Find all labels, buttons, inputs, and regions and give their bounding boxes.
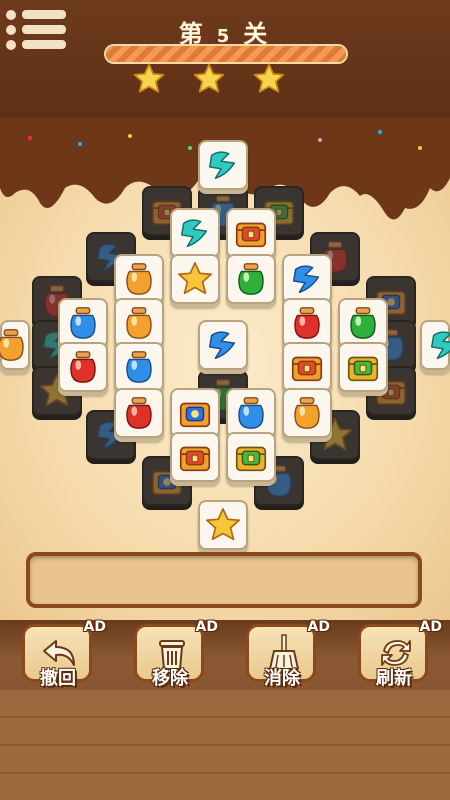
clear-button[interactable]: AD 消除: [246, 619, 330, 692]
lightning-icon: [204, 326, 242, 364]
tile-ring-chest[interactable]: [170, 388, 220, 438]
tile-slot-tray: [26, 552, 422, 608]
tile-jar-blue[interactable]: [226, 388, 276, 438]
wood-floor: [0, 690, 450, 800]
progress-fill: [106, 46, 346, 62]
tile-treasure-chest[interactable]: [282, 342, 332, 392]
treasure-chest-icon: [176, 438, 214, 476]
jar-green-icon: [344, 304, 382, 342]
tile-jar-orange[interactable]: [114, 298, 164, 348]
clear-label: 消除: [264, 668, 300, 689]
treasure-chest-icon: [232, 438, 270, 476]
remove-button[interactable]: AD 移除: [134, 619, 218, 692]
tile-treasure-chest[interactable]: [338, 342, 388, 392]
jar-orange-icon: [288, 394, 326, 432]
tile-jar-orange[interactable]: [114, 254, 164, 304]
star-icon: [176, 260, 214, 298]
ad-badge: AD: [307, 619, 330, 635]
jar-orange-icon: [120, 304, 158, 342]
star-rating: [0, 62, 450, 96]
tile-jar-red[interactable]: [282, 298, 332, 348]
tile-jar-green[interactable]: [226, 254, 276, 304]
undo-label: 撤回: [40, 668, 76, 689]
jar-red-icon: [120, 394, 158, 432]
tile-jar-red[interactable]: [58, 342, 108, 392]
tile-jar-orange[interactable]: [282, 388, 332, 438]
tile-jar-blue[interactable]: [58, 298, 108, 348]
tile-treasure-chest[interactable]: [226, 432, 276, 482]
star-icon: [253, 63, 285, 93]
jar-red-icon: [288, 304, 326, 342]
tile-lightning[interactable]: [282, 254, 332, 304]
jar-blue-icon: [232, 394, 270, 432]
treasure-chest-icon: [344, 348, 382, 386]
star-icon: [193, 63, 225, 93]
treasure-chest-icon: [232, 214, 270, 252]
tile-lightning[interactable]: [198, 140, 248, 190]
jar-red-icon: [64, 348, 102, 386]
jar-blue-icon: [64, 304, 102, 342]
tile-jar-orange[interactable]: [0, 320, 30, 370]
ad-badge: AD: [419, 619, 442, 635]
lightning-icon: [176, 214, 214, 252]
treasure-chest-icon: [288, 348, 326, 386]
tile-lightning[interactable]: [198, 320, 248, 370]
tile-lightning[interactable]: [420, 320, 450, 370]
tile-star[interactable]: [170, 254, 220, 304]
star-icon: [204, 506, 242, 544]
jar-blue-icon: [120, 348, 158, 386]
ad-badge: AD: [83, 619, 106, 635]
level-progress-bar: [104, 44, 348, 64]
tile-lightning[interactable]: [170, 208, 220, 258]
star-icon: [133, 63, 165, 93]
ad-badge: AD: [195, 619, 218, 635]
tile-star[interactable]: [198, 500, 248, 550]
lightning-icon: [288, 260, 326, 298]
jar-orange-icon: [120, 260, 158, 298]
tile-treasure-chest[interactable]: [226, 208, 276, 258]
undo-button[interactable]: AD 撤回: [22, 619, 106, 692]
lightning-icon: [426, 326, 450, 364]
tile-treasure-chest[interactable]: [170, 432, 220, 482]
jar-green-icon: [232, 260, 270, 298]
tile-jar-green[interactable]: [338, 298, 388, 348]
ring-chest-icon: [176, 394, 214, 432]
lightning-icon: [204, 146, 242, 184]
jar-orange-icon: [0, 326, 30, 364]
remove-label: 移除: [152, 668, 188, 689]
refresh-label: 刷新: [376, 668, 412, 689]
tile-jar-blue[interactable]: [114, 342, 164, 392]
refresh-button[interactable]: AD 刷新: [358, 619, 442, 692]
tile-jar-red[interactable]: [114, 388, 164, 438]
